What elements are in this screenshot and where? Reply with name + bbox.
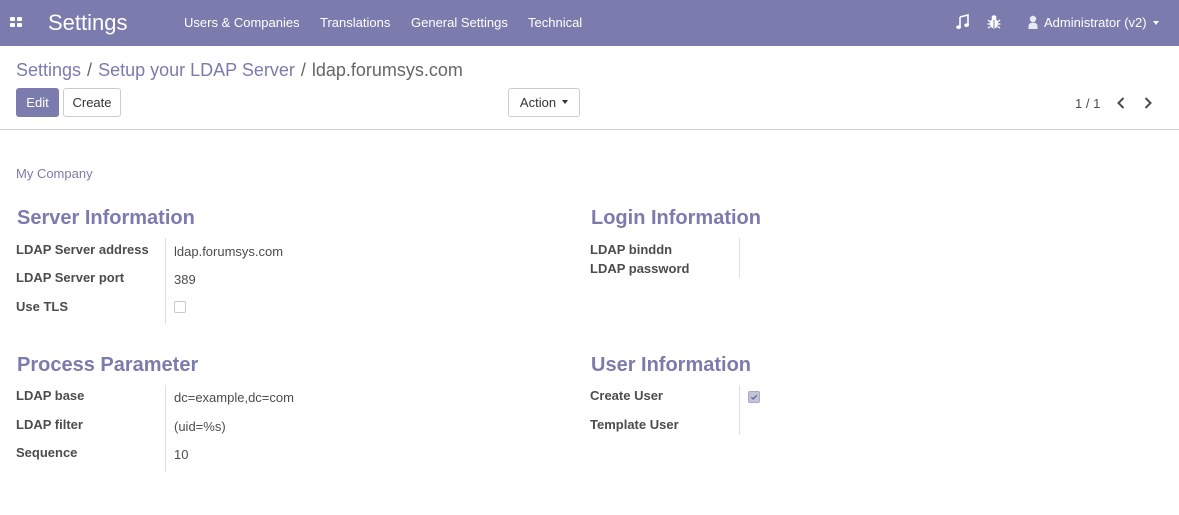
ldap-server-port-label: LDAP Server port bbox=[16, 270, 125, 285]
breadcrumb-separator: / bbox=[87, 60, 93, 80]
pager-value[interactable]: 1 / 1 bbox=[1075, 96, 1100, 111]
process-parameter-title: Process Parameter bbox=[17, 354, 199, 376]
menu-general-settings[interactable]: General Settings bbox=[411, 15, 508, 30]
menu-technical[interactable]: Technical bbox=[528, 15, 582, 30]
create-user-label: Create User bbox=[590, 388, 663, 403]
ldap-binddn-label: LDAP binddn bbox=[590, 242, 673, 257]
breadcrumb-current: ldap.forumsys.com bbox=[311, 60, 463, 80]
ldap-base-value: dc=example,dc=com bbox=[174, 390, 294, 405]
field-divider bbox=[165, 238, 166, 324]
control-panel: Settings / Setup your LDAP Server / ldap.for… bbox=[0, 46, 1179, 130]
chevron-down-icon bbox=[562, 99, 569, 104]
breadcrumb: Settings / Setup your LDAP Server / ldap.for… bbox=[16, 60, 463, 81]
top-navbar: Settings Users & Companies Translations … bbox=[0, 0, 1179, 46]
pager-previous-icon[interactable] bbox=[1116, 96, 1126, 113]
ldap-server-address-label: LDAP Server address bbox=[16, 242, 149, 257]
ldap-server-address-value: ldap.forumsys.com bbox=[174, 244, 284, 259]
field-divider bbox=[739, 385, 740, 435]
apps-grid-icon[interactable] bbox=[10, 17, 23, 28]
server-information-title: Server Information bbox=[17, 207, 195, 229]
login-information-title: Login Information bbox=[591, 207, 761, 229]
breadcrumb-settings[interactable]: Settings bbox=[16, 60, 81, 80]
breadcrumb-ldap-setup[interactable]: Setup your LDAP Server bbox=[98, 60, 295, 80]
edit-button[interactable]: Edit bbox=[16, 88, 59, 117]
pager-next-icon[interactable] bbox=[1143, 96, 1153, 113]
sequence-value: 10 bbox=[174, 447, 189, 462]
bug-icon[interactable] bbox=[987, 14, 1001, 33]
field-divider bbox=[165, 385, 166, 472]
ldap-filter-label: LDAP filter bbox=[16, 417, 83, 432]
company-link[interactable]: My Company bbox=[16, 166, 93, 181]
chevron-down-icon bbox=[1152, 20, 1159, 25]
use-tls-checkbox bbox=[174, 301, 186, 313]
checkmark-icon bbox=[750, 394, 758, 400]
create-user-checkbox bbox=[748, 391, 760, 403]
action-label: Action bbox=[519, 95, 557, 110]
menu-users-companies[interactable]: Users & Companies bbox=[184, 15, 300, 30]
template-user-label: Template User bbox=[590, 417, 679, 432]
create-button[interactable]: Create bbox=[63, 88, 121, 117]
use-tls-label: Use TLS bbox=[16, 299, 69, 314]
breadcrumb-separator: / bbox=[300, 60, 306, 80]
user-name: Administrator (v2) bbox=[1044, 15, 1147, 30]
field-divider bbox=[739, 238, 740, 278]
menu-translations[interactable]: Translations bbox=[320, 15, 390, 30]
user-menu[interactable]: Administrator (v2) bbox=[1028, 15, 1159, 30]
action-dropdown-button[interactable]: Action bbox=[508, 88, 580, 117]
user-icon bbox=[1028, 15, 1038, 29]
sequence-label: Sequence bbox=[16, 445, 78, 460]
ldap-base-label: LDAP base bbox=[16, 388, 85, 403]
user-information-title: User Information bbox=[591, 354, 752, 376]
ldap-filter-value: (uid=%s) bbox=[174, 419, 226, 434]
app-title: Settings bbox=[48, 10, 128, 35]
music-note-icon[interactable] bbox=[956, 13, 969, 33]
ldap-server-port-value: 389 bbox=[174, 272, 196, 287]
ldap-password-label: LDAP password bbox=[590, 261, 690, 276]
